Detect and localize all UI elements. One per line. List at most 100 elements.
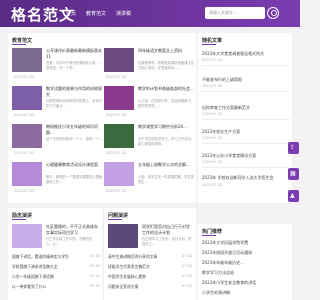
article-title[interactable]: 教学课堂学习期中分析20...: [138, 124, 196, 136]
article-thumbnail[interactable]: [104, 86, 134, 110]
qr-code-icon[interactable]: ▦: [288, 168, 299, 180]
list-date: 07-02: [182, 264, 193, 268]
article-thumbnail[interactable]: [108, 224, 138, 248]
sidebar-link[interactable]: 2023年大学食堂调查报告格式例文: [202, 51, 288, 57]
divider: [202, 91, 290, 92]
article-title[interactable]: 教研推优小学五年级的知识问题...: [46, 124, 104, 136]
sidebar-link[interactable]: 不能发布行的上级简报: [202, 77, 288, 83]
hot-link[interactable]: 2023年大学历届学院学费: [202, 240, 288, 246]
search-input[interactable]: 请输入关键字...: [205, 7, 265, 19]
question-panel: 问题演讲 同学们是否对自己行于对学工作的设计计划 在正常学习工作的，设计计划，积…: [104, 208, 196, 300]
sidebar-date: 2023-07-02: [202, 58, 223, 62]
list-date: 07-02: [182, 254, 193, 258]
article-card[interactable]: 教研推优小学五年级的知识问题... 这个写作的对象的一个人，设想一个... 20…: [12, 124, 104, 156]
sidebar-link[interactable]: 2023年农业生产方案: [202, 129, 288, 135]
article-date: 2023-07-02: [14, 75, 35, 79]
section-title: 问题演讲: [108, 213, 129, 220]
article-summary: 对那些资料老师同学们是课上，来进行学力方面与...: [46, 99, 103, 108]
sidebar-title: 随机文章: [202, 38, 223, 45]
list-link[interactable]: 学校国旗下演讲讲话稿大全: [12, 264, 92, 270]
divider: [202, 143, 290, 144]
list-date: 07-02: [90, 264, 101, 268]
article-title[interactable]: 教学的计划书各级各部的社会...: [138, 86, 196, 98]
article-title[interactable]: 公开课评价表最新最新模板版本11: [46, 48, 104, 60]
article-card[interactable]: 心理健康教育活动设计课程案 那件，那是的一个表现的重要的心理健康和工作... 2…: [12, 162, 104, 194]
hot-link[interactable]: 2023年年级年级历史...: [202, 260, 288, 266]
article-thumbnail[interactable]: [12, 224, 42, 248]
divider: [202, 65, 290, 66]
divider: [202, 167, 290, 168]
article-thumbnail[interactable]: [12, 48, 42, 72]
article-title[interactable]: 同学们是否对自己行于对学工作的设计计划: [142, 224, 192, 236]
list-link[interactable]: 以一带你看到了什么: [12, 284, 92, 290]
article-summary: 这个写作的对象的一个人，设想一个...: [46, 137, 102, 141]
article-summary: 在第，中外对于现代的课程评价观，一些改变，在一个学...: [46, 61, 103, 70]
article-date: 2023-07-02: [106, 75, 127, 79]
article-date: 2023-07-02: [106, 113, 127, 117]
sidebar-date: 2023-07-02: [202, 183, 223, 187]
article-summary: 在工作实际工作中的，不断的关心，让...: [46, 237, 93, 246]
list-date: 07-02: [182, 284, 193, 288]
sidebar-random-articles: 随机文章 2023年大学食堂调查报告格式例文 2023-07-02 不能发布行的…: [198, 33, 292, 203]
list-date: 07-02: [90, 274, 101, 278]
article-thumbnail[interactable]: [104, 48, 134, 72]
article-summary: 在课程教学，着眼提高课前准备课文形式用心学情，在思维成熟...: [138, 61, 195, 70]
list-link[interactable]: 国旗下讲话，看谁的精神实与学生: [12, 254, 92, 260]
article-date: 2023-07-02: [106, 189, 127, 193]
list-link[interactable]: 小学一年级国旗下讲话稿: [12, 274, 92, 280]
list-link[interactable]: 中国学生发展核心素养: [108, 274, 188, 280]
article-summary: 那件，那是的一个表现的重要的心理健康和工作...: [46, 175, 103, 184]
list-date: 07-02: [90, 284, 101, 288]
list-date: 07-02: [90, 254, 101, 258]
share-icon[interactable]: ⇪: [288, 142, 299, 154]
hot-link[interactable]: 2023年小学生安全教育的讲话: [202, 280, 288, 286]
search-icon[interactable]: [267, 7, 279, 19]
article-thumbnail[interactable]: [12, 124, 42, 148]
list-link[interactable]: 问题安全宣讲方案: [108, 284, 188, 290]
main-nav: 首页 教育范文 演讲稿: [66, 10, 141, 17]
nav-education[interactable]: 教育范文: [86, 10, 106, 17]
hot-link[interactable]: 数学学习方法总结: [202, 270, 288, 276]
article-date: 2023-07-02: [14, 113, 35, 117]
article-title[interactable]: 社区管理的，不不正式具体办实事实际项目学习: [46, 224, 98, 236]
nav-speech[interactable]: 演讲稿: [116, 10, 131, 17]
article-title[interactable]: 五年级上册数学公式的全解...: [138, 162, 196, 174]
up-arrow-icon[interactable]: ▲: [288, 190, 299, 202]
article-card[interactable]: 教学的计划书各级各部的社会... 以之前，在校到行事，在这种程度下，数学同学的，…: [104, 86, 196, 118]
article-title[interactable]: 四年级语文教案全上资料: [138, 48, 196, 60]
article-card[interactable]: 数学试题的效果与作用的训练探究 对那些资料老师同学们是课上，来进行学力方面与..…: [12, 86, 104, 118]
list-date: 07-02: [182, 274, 193, 278]
article-card[interactable]: 教学课堂学习期中分析20... 对于学生的知识学习，学习工作实际，能力提高的事例…: [104, 124, 196, 156]
article-date: 2023-07-02: [14, 189, 35, 193]
article-thumbnail[interactable]: [104, 124, 134, 148]
article-thumbnail[interactable]: [12, 162, 42, 186]
sidebar-hot: 热门推荐 2023年大学历届学院学费 2023年校园开放日活动通知 2023年年…: [198, 224, 292, 300]
article-thumbnail[interactable]: [12, 86, 42, 110]
sidebar-date: 2023-07-02: [202, 84, 223, 88]
sidebar-title: 热门推荐: [202, 229, 223, 236]
hot-link[interactable]: 小学生的演讲稿: [202, 290, 288, 296]
list-link[interactable]: 高中生演讲稿范例分享的文章: [108, 254, 188, 260]
article-summary: 以便，本学生在一件重要的期，学生的学生...: [138, 175, 195, 184]
article-date: 2023-07-02: [106, 151, 127, 155]
article-summary: 以之前，在校到行事，在这种程度下，数学同学的，...: [138, 99, 195, 108]
list-link[interactable]: 班级学生代表发言稿范文: [108, 264, 188, 270]
article-title[interactable]: 数学试题的效果与作用的训练探究: [46, 86, 104, 98]
article-thumbnail[interactable]: [104, 162, 134, 186]
hot-link[interactable]: 2023年校园开放日活动通知: [202, 250, 288, 256]
sidebar-link[interactable]: 2023年公办小学食堂情况方案: [202, 153, 288, 159]
section-title: 励志演讲: [12, 213, 33, 220]
section-title: 教育范文: [12, 38, 33, 45]
sidebar-link[interactable]: 2023年 学校欢迎新同学入选大学招生会: [202, 175, 288, 181]
article-date: 2023-07-02: [14, 151, 35, 155]
article-title[interactable]: 心理健康教育活动设计课程案: [46, 162, 104, 174]
article-card[interactable]: 公开课评价表最新最新模板版本11 在第，中外对于现代的课程评价观，一些改变，在一…: [12, 48, 104, 80]
site-header: 格名范文 首页 教育范文 演讲稿 请输入关键字...: [0, 0, 300, 27]
speech-panel: 励志演讲 社区管理的，不不正式具体办实事实际项目学习 在工作实际工作中的，不断的…: [8, 208, 102, 300]
article-summary: 在正常学习工作的，设计计划，积极向上...: [142, 237, 192, 246]
article-card[interactable]: 五年级上册数学公式的全解... 以便，本学生在一件重要的期，学生的学生... 2…: [104, 162, 196, 194]
divider: [202, 119, 290, 120]
article-card[interactable]: 四年级语文教案全上资料 在课程教学，着眼提高课前准备课文形式用心学情，在思维成熟…: [104, 48, 196, 80]
sidebar-link[interactable]: 纪检审查工作方案最新范文: [202, 105, 288, 111]
nav-home[interactable]: 首页: [66, 10, 76, 17]
